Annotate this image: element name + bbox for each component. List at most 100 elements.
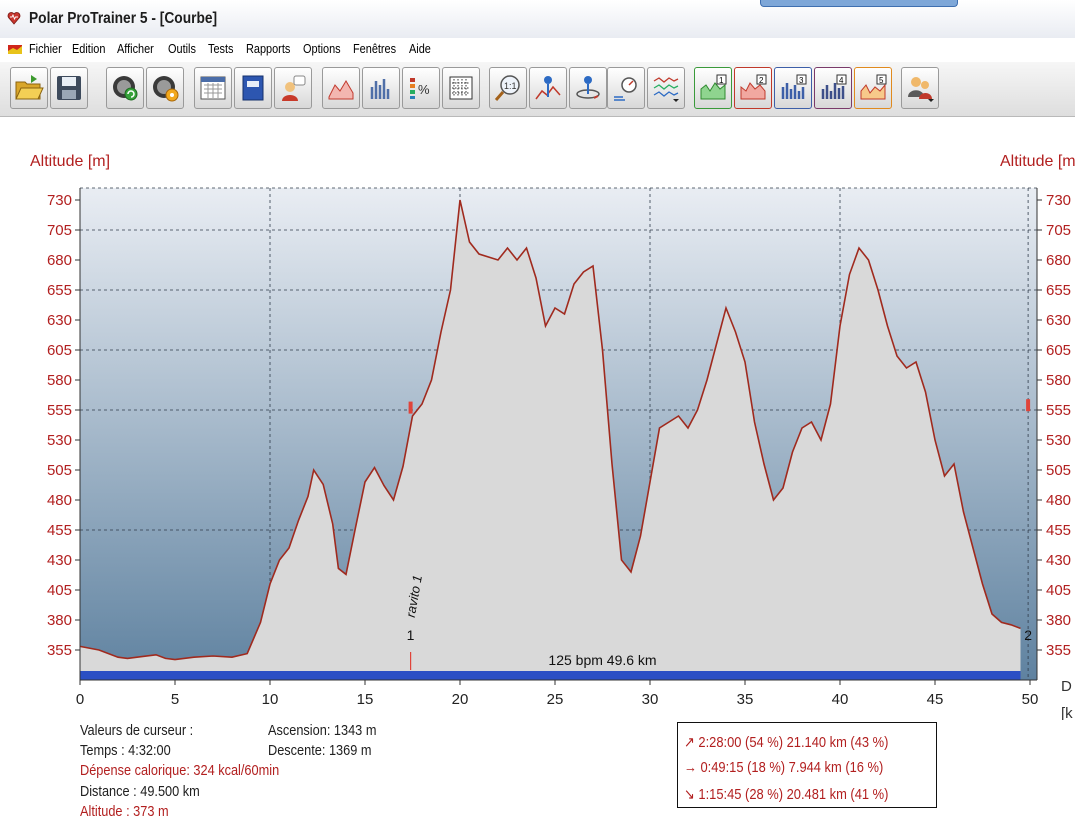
svg-text:%: % — [418, 82, 430, 97]
info-lap-icon — [576, 76, 600, 99]
menu-outils[interactable]: Outils — [168, 41, 196, 56]
lap-marker — [408, 401, 413, 414]
menu-options[interactable]: Options — [303, 41, 341, 56]
multi-curve-button[interactable] — [647, 67, 685, 109]
sync-watch-button[interactable] — [106, 67, 144, 109]
y-tick-label-left: 380 — [47, 612, 72, 629]
curve-4-button[interactable]: 4 — [814, 67, 852, 109]
sync-watch-icon — [113, 76, 138, 101]
title-bar: Polar ProTrainer 5 - [Courbe] — [0, 0, 1075, 39]
curve-2-icon: 2 — [740, 74, 767, 100]
users-icon — [908, 77, 934, 102]
info-lap-button[interactable] — [569, 67, 607, 109]
x-tick-label: 40 — [832, 691, 849, 708]
x-axis-unit-right: [k — [1061, 705, 1073, 720]
svg-text:2: 2 — [759, 76, 764, 85]
y-axis-right: 355 380 405 430 455 480 505 530 555 580 605 630 655 6… — [1036, 188, 1071, 680]
curve-3-button[interactable]: 3 — [774, 67, 812, 109]
y-tick-label-left: 430 — [47, 552, 72, 569]
y-tick-label-left: 355 — [47, 642, 72, 659]
x-tick-label: 20 — [452, 691, 469, 708]
user-profile-button[interactable] — [274, 67, 312, 109]
user-profile-icon — [282, 75, 306, 101]
y-tick-label-right: 380 — [1046, 612, 1071, 629]
y-tick-label-right: 555 — [1046, 402, 1071, 419]
percent-view-icon: % — [410, 78, 430, 99]
y-tick-label-right: 455 — [1046, 522, 1071, 539]
descente-value: Descente: 1369 m — [268, 742, 372, 759]
percent-view-button[interactable]: % — [402, 67, 440, 109]
y-tick-label-right: 655 — [1046, 282, 1071, 299]
curve-5-button[interactable]: 5 — [854, 67, 892, 109]
menu-fenetres[interactable]: Fenêtres — [353, 41, 396, 56]
watch-settings-button[interactable] — [146, 67, 184, 109]
x-tick-label: 25 — [547, 691, 564, 708]
y-axis-left: 355 380 405 430 455 480 505 530 555 580 605 630 655 6… — [47, 188, 81, 680]
info-curve-button[interactable] — [529, 67, 567, 109]
cursor-values-header: Valeurs de curseur : — [80, 722, 194, 739]
x-tick-label: 15 — [357, 691, 374, 708]
x-axis-label-right: D — [1061, 678, 1072, 695]
slope-stats-box: ↗ 2:28:00 (54 %) 21.140 km (43 %) → 0:49… — [677, 722, 937, 808]
info-curve-icon — [535, 76, 561, 100]
polar-heart-icon — [7, 12, 21, 25]
y-tick-label-left: 405 — [47, 582, 72, 599]
cursor-time: Temps : 4:32:00 — [80, 742, 171, 759]
y-tick-label-left: 505 — [47, 462, 72, 479]
x-tick-label: 0 — [76, 691, 84, 708]
curve-3-icon: 3 — [781, 74, 807, 99]
svg-text:5: 5 — [879, 76, 884, 85]
x-tick-label: 45 — [927, 691, 944, 708]
calendar-button[interactable] — [194, 67, 232, 109]
stat-downhill: ↘ 1:15:45 (28 %) 20.481 km (41 %) — [684, 786, 889, 803]
menu-afficher[interactable]: Afficher — [117, 41, 154, 56]
svg-text:4: 4 — [839, 76, 844, 85]
curve-1-button[interactable]: 1 — [694, 67, 732, 109]
curve-2-button[interactable]: 2 — [734, 67, 772, 109]
toolbar: % 1:1 1 2 3 4 5 — [0, 62, 1075, 117]
histogram-view-icon — [370, 79, 390, 99]
menu-fichier[interactable]: Fichier — [29, 41, 62, 56]
y-tick-label-left: 580 — [47, 372, 72, 389]
y-tick-label-left: 605 — [47, 342, 72, 359]
users-button[interactable] — [901, 67, 939, 109]
save-disk-icon — [57, 76, 81, 100]
watch-settings-icon — [153, 76, 179, 102]
save-button[interactable] — [50, 67, 88, 109]
altitude-chart[interactable]: ravito 11 2125 bpm 49.6 km 35538040543045… — [0, 120, 1075, 720]
curve-view-button[interactable] — [322, 67, 360, 109]
window-title: Polar ProTrainer 5 - [Courbe] — [29, 10, 218, 27]
y-tick-label-right: 730 — [1046, 192, 1071, 209]
diary-book-icon — [242, 75, 264, 101]
open-button[interactable] — [10, 67, 48, 109]
cursor-distance: Distance : 49.500 km — [80, 783, 200, 800]
y-tick-label-right: 705 — [1046, 222, 1071, 239]
table-view-button[interactable] — [442, 67, 480, 109]
diary-button[interactable] — [234, 67, 272, 109]
stat-flat: → 0:49:15 (18 %) 7.944 km (16 %) — [684, 759, 884, 776]
y-tick-label-right: 505 — [1046, 462, 1071, 479]
histogram-view-button[interactable] — [362, 67, 400, 109]
menu-rapports[interactable]: Rapports — [246, 41, 290, 56]
annotation-cursor: 125 bpm 49.6 km — [548, 652, 656, 668]
menu-aide[interactable]: Aide — [409, 41, 431, 56]
cursor-altitude: Altitude : 373 m — [80, 803, 169, 820]
menu-edition[interactable]: Edition — [72, 41, 105, 56]
svg-text:3: 3 — [799, 76, 804, 85]
speed-compare-button[interactable] — [607, 67, 645, 109]
zoom-1to1-icon: 1:1 — [494, 75, 520, 101]
calendar-icon — [200, 76, 226, 100]
menu-tests[interactable]: Tests — [208, 41, 233, 56]
y-tick-label-left: 530 — [47, 432, 72, 449]
distance-bar — [80, 671, 1021, 680]
window-caption-edge — [760, 0, 958, 7]
multi-curve-icon — [653, 77, 679, 102]
y-tick-label-left: 730 — [47, 192, 72, 209]
curve-5-icon: 5 — [860, 74, 887, 100]
curve-1-icon: 1 — [700, 74, 727, 100]
x-axis: 0 5 10 15 20 25 30 35 40 45 50 — [76, 679, 1038, 708]
zoom-button[interactable]: 1:1 — [489, 67, 527, 109]
y-tick-label-left: 480 — [47, 492, 72, 509]
lap-marker — [1026, 399, 1031, 412]
speed-compare-icon — [614, 77, 637, 101]
